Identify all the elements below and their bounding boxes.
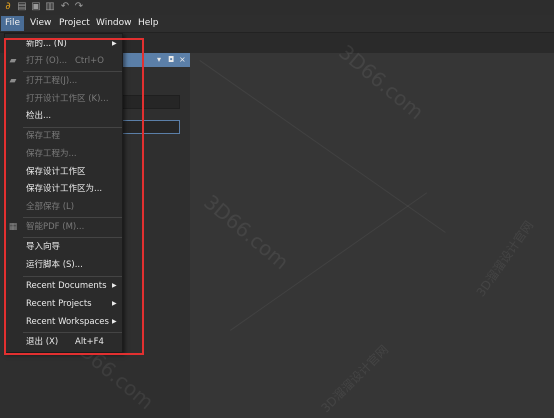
menu-item-recent-projects[interactable]: Recent Projects ▶ [5, 295, 122, 313]
print-icon[interactable]: ▥ [45, 2, 55, 12]
menu-item-label: 保存工程 [26, 131, 61, 141]
menu-item-label: 保存设计工作区为... [26, 184, 103, 194]
panel-menu-icon[interactable]: ▾ [157, 55, 161, 65]
menu-item-smart-pdf[interactable]: ▦ 智能PDF (M)... [5, 218, 122, 236]
redo-icon[interactable]: ↷ [74, 2, 84, 12]
menu-help[interactable]: Help [134, 16, 163, 31]
file-menu-dropdown: 新的... (N) ▶ ▰ 打开 (O)... Ctrl+O ▰ 打开工程(J)… [4, 33, 123, 353]
menu-item-save-project-as[interactable]: 保存工程为... [5, 145, 122, 163]
panel-dropdown[interactable] [122, 95, 180, 109]
menu-item-save-workspace[interactable]: 保存设计工作区 [5, 163, 122, 181]
folder-icon: ▰ [9, 76, 17, 86]
menu-item-label: 智能PDF (M)... [26, 222, 85, 232]
menu-item-label: 运行脚本 (S)... [26, 260, 83, 270]
submenu-arrow-icon: ▶ [112, 300, 117, 307]
menu-item-recent-documents[interactable]: Recent Documents ▶ [5, 277, 122, 295]
menu-window[interactable]: Window [92, 16, 136, 31]
menu-item-label: Recent Documents [26, 281, 107, 291]
panel-search-field[interactable] [122, 120, 180, 134]
menu-item-label: 全部保存 (L) [26, 202, 75, 212]
submenu-arrow-icon: ▶ [112, 318, 117, 325]
menu-item-label: 退出 (X) [26, 337, 59, 347]
menu-view[interactable]: View [26, 16, 55, 31]
menu-item-label: 打开 (O)... [26, 56, 68, 66]
menu-item-save-all[interactable]: 全部保存 (L) [5, 198, 122, 216]
menu-item-run-script[interactable]: 运行脚本 (S)... [5, 256, 122, 274]
menu-item-label: 新的... (N) [26, 39, 67, 49]
menu-project[interactable]: Project [55, 16, 94, 31]
save-icon[interactable]: ▣ [31, 2, 41, 12]
menu-item-label: Recent Workspaces [26, 317, 109, 327]
menu-item-recent-workspaces[interactable]: Recent Workspaces ▶ [5, 313, 122, 331]
panel-dock-icon[interactable]: ◘ [168, 55, 174, 65]
submenu-arrow-icon: ▶ [112, 40, 117, 47]
menu-item-label: 保存设计工作区 [26, 167, 86, 177]
menu-item-save-workspace-as[interactable]: 保存设计工作区为... [5, 180, 122, 198]
submenu-arrow-icon: ▶ [112, 282, 117, 289]
menu-item-shortcut: Ctrl+O [75, 56, 104, 66]
menu-item-exit[interactable]: 退出 (X) Alt+F4 [5, 333, 122, 351]
menu-item-open[interactable]: ▰ 打开 (O)... Ctrl+O [5, 52, 122, 70]
menu-item-import-wizard[interactable]: 导入向导 [5, 238, 122, 256]
pdf-icon: ▦ [8, 222, 18, 232]
panel-header: ▾ ◘ × [120, 53, 190, 67]
menu-bar: File View Project Window Help [0, 15, 554, 33]
menu-item-label: 打开设计工作区 (K)... [26, 94, 109, 104]
menu-item-new[interactable]: 新的... (N) ▶ [5, 35, 122, 53]
menu-file[interactable]: File [1, 16, 25, 31]
menu-item-open-project[interactable]: ▰ 打开工程(J)... [5, 72, 122, 90]
undo-icon[interactable]: ↶ [60, 2, 70, 12]
panel-close-icon[interactable]: × [179, 55, 186, 65]
menu-item-label: 保存工程为... [26, 149, 77, 159]
menu-item-open-workspace[interactable]: 打开设计工作区 (K)... [5, 90, 122, 108]
open-folder-icon[interactable]: ▤ [17, 2, 27, 12]
folder-icon: ▰ [9, 56, 17, 66]
menu-item-checkout[interactable]: 检出... [5, 107, 122, 125]
menu-item-label: Recent Projects [26, 299, 92, 309]
menu-item-label: 检出... [26, 111, 52, 121]
menu-item-save-project[interactable]: 保存工程 [5, 127, 122, 145]
quick-toolbar: ∂ ▤ ▣ ▥ ↶ ↷ [0, 0, 554, 15]
menu-item-shortcut: Alt+F4 [75, 337, 104, 347]
menu-item-label: 导入向导 [26, 242, 61, 252]
app-logo-icon: ∂ [5, 1, 11, 12]
menu-item-label: 打开工程(J)... [26, 76, 78, 86]
